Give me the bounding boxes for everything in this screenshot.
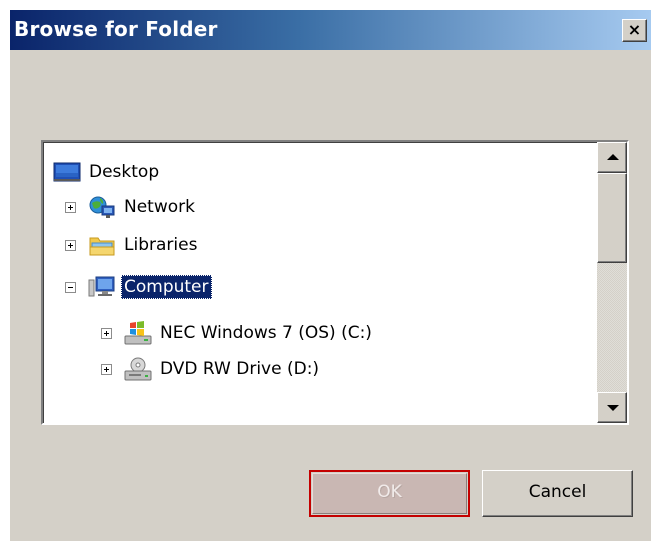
scroll-thumb[interactable] [597,173,627,263]
ok-button-label: OK [312,473,467,514]
network-icon [89,196,115,218]
cancel-button[interactable]: Cancel [482,470,633,517]
tree-item-network[interactable]: Network [65,190,198,224]
tree-item-label: Computer [121,275,212,299]
tree-item-drive-c[interactable]: NEC Windows 7 (OS) (C:) [101,316,375,350]
browse-for-folder-dialog: Browse for Folder × Desktop Network Libr… [9,9,651,541]
scroll-up-button[interactable] [597,142,627,173]
arrow-down-icon [607,405,619,411]
vertical-scrollbar[interactable] [597,142,627,423]
desktop-icon [53,162,81,182]
tree-item-label: Libraries [124,235,198,255]
expand-toggle[interactable] [65,201,76,213]
tree-item-libraries[interactable]: Libraries [65,228,200,262]
computer-icon [88,276,115,297]
title-bar[interactable]: Browse for Folder × [10,10,651,50]
expand-toggle[interactable] [101,327,112,339]
tree-item-label: NEC Windows 7 (OS) (C:) [160,323,372,343]
scroll-down-button[interactable] [597,392,627,423]
ok-button[interactable]: OK [309,470,470,517]
close-button[interactable]: × [622,19,647,42]
tree-item-label: Desktop [89,162,160,182]
dvd-drive-icon [124,357,152,381]
tree-item-desktop[interactable]: Desktop [53,155,162,189]
tree-item-drive-d[interactable]: DVD RW Drive (D:) [101,352,322,386]
tree-item-computer[interactable]: Computer [65,270,212,304]
expand-toggle[interactable] [65,239,76,251]
collapse-toggle[interactable] [65,281,76,293]
folder-tree[interactable]: Desktop Network Libraries Computer NEC W… [41,140,629,425]
arrow-up-icon [607,154,619,160]
windows-drive-icon [124,321,152,345]
tree-item-label: DVD RW Drive (D:) [160,359,320,379]
close-icon: × [627,20,642,39]
dialog-title: Browse for Folder [14,17,218,41]
libraries-icon [89,237,115,256]
tree-item-label: Network [124,197,195,217]
expand-toggle[interactable] [101,363,112,375]
